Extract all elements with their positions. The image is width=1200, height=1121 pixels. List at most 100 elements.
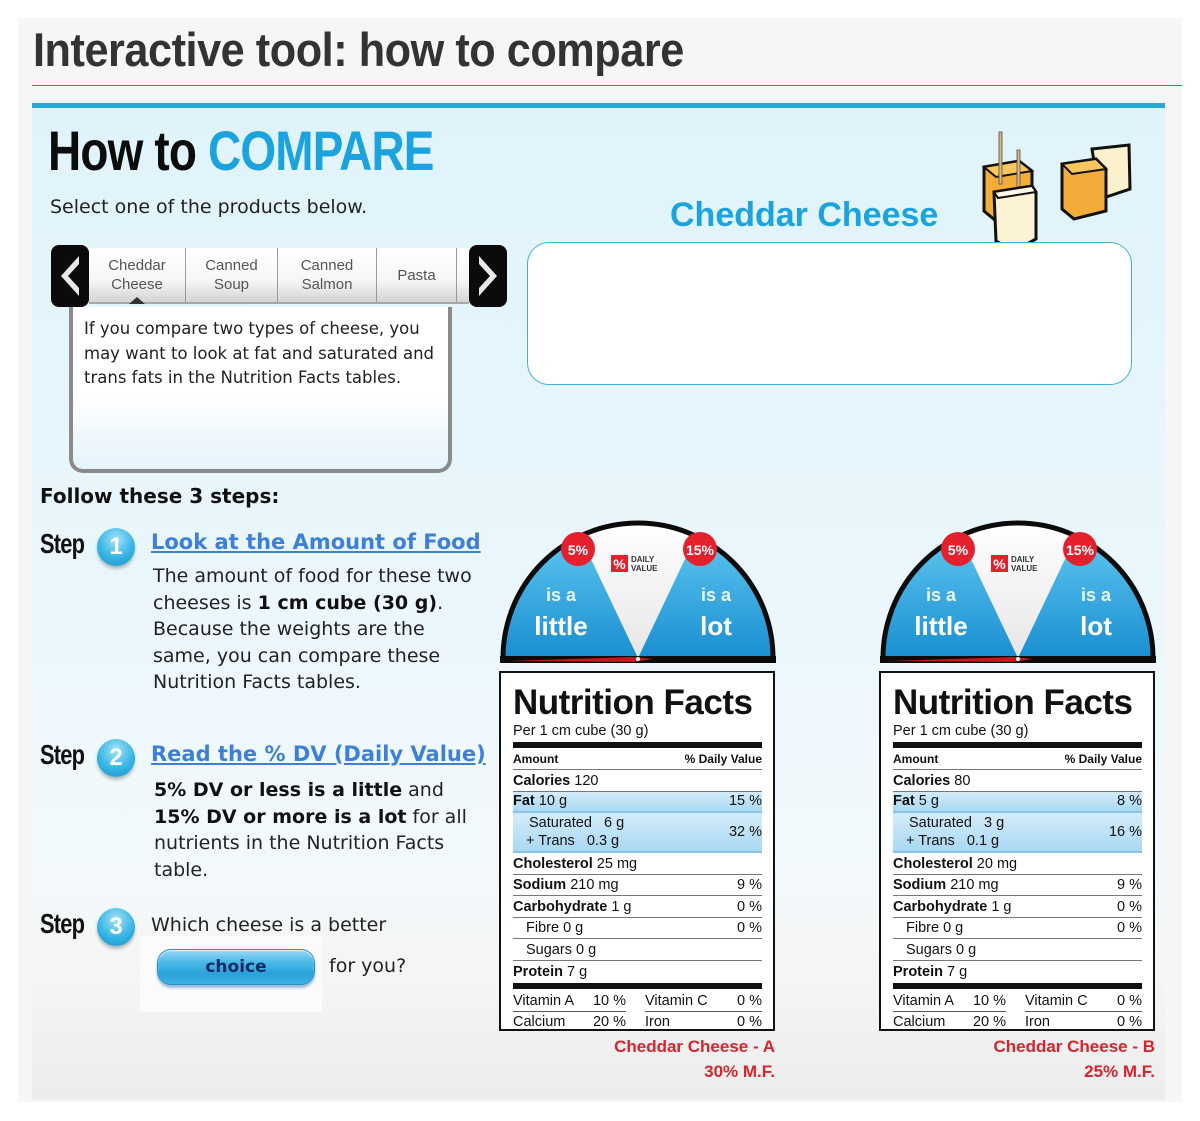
carousel-tab-canned-soup[interactable]: Canned Soup [186, 248, 278, 302]
sugars-label: Sugars [906, 941, 952, 958]
iron-value: 0 % [737, 1014, 762, 1030]
nf-row-minerals: Calcium 20 % Iron 0 % [893, 1013, 1142, 1032]
cholesterol-label: Cholesterol [893, 855, 973, 872]
carousel-tab-canned-salmon[interactable]: Canned Salmon [278, 248, 377, 302]
product-tip-box: If you compare two types of cheese, you … [69, 307, 452, 473]
nf-row-carbohydrate: Carbohydrate 1 g 0 % [893, 896, 1142, 918]
daily-value-logo: % DAILY VALUE [611, 555, 658, 573]
nf-header-row: Amount % Daily Value [893, 748, 1142, 770]
saturated-label: Saturated [529, 815, 592, 831]
iron-label: Iron [1025, 1014, 1050, 1030]
calories-label: Calories [513, 772, 571, 789]
trans-value: 0.1 g [966, 833, 1000, 849]
nf-row-saturated-trans: Saturated 3 g + Trans 0.1 g 16 % [893, 813, 1142, 853]
nutrition-facts-table-a: Nutrition Facts Per 1 cm cube (30 g) Amo… [499, 671, 775, 1031]
product-description-box [527, 242, 1132, 385]
step-1-link[interactable]: Look at the Amount of Food [151, 530, 481, 554]
selected-product-name: Cheddar Cheese [670, 196, 939, 234]
svg-text:VALUE: VALUE [1011, 564, 1038, 573]
page-title: Interactive tool: how to compare [33, 23, 684, 76]
cheese-cubes-icon [981, 131, 1132, 253]
calcium-label: Calcium [893, 1014, 946, 1030]
tab-label: Pasta [397, 266, 436, 284]
trans-label: + Trans [526, 833, 575, 849]
calories-value: 120 [574, 772, 599, 789]
gauge-little-text-top: is a [546, 585, 577, 605]
svg-text:DAILY: DAILY [631, 555, 655, 564]
gauge-low-threshold: 5% [948, 542, 969, 558]
step-3-question: Which cheese is a better [151, 914, 387, 936]
sugars-value: 0 g [575, 941, 597, 958]
nf-row-fat: Fat 10 g 15 % [513, 791, 762, 813]
nf-row-vitamins: Vitamin A 10 % Vitamin C 0 % [513, 992, 762, 1012]
product-carousel: Cheddar Cheese Canned Soup Canned Salmon Pa… [51, 245, 507, 307]
nf-row-calories: Calories 120 [513, 770, 762, 792]
step-3-question-end: for you? [329, 955, 407, 977]
carousel-next-button[interactable] [469, 245, 507, 307]
fibre-value: 0 g [563, 920, 584, 936]
tab-label-line1: Canned [300, 257, 354, 274]
saturated-value: 6 g [603, 815, 625, 831]
nutrition-facts-table-b: Nutrition Facts Per 1 cm cube (30 g) Amo… [879, 671, 1155, 1031]
daily-value-header: % Daily Value [1064, 752, 1142, 766]
product-b-milk-fat: 25% M.F. [1084, 1062, 1155, 1081]
daily-value-logo: % DAILY VALUE [991, 555, 1038, 573]
gauge-little-text: little [914, 611, 967, 641]
carousel-prev-button[interactable] [51, 245, 89, 307]
fibre-dv: 0 % [737, 920, 762, 936]
protein-label: Protein [893, 964, 943, 980]
cholesterol-value: 20 mg [976, 855, 1018, 872]
protein-value: 7 g [566, 964, 588, 980]
nutrition-facts-title: Nutrition Facts [893, 683, 1133, 722]
fibre-label: Fibre [526, 920, 560, 936]
calcium-label: Calcium [513, 1014, 566, 1030]
step-2-description: 5% DV or less is a little and 15% DV or … [154, 777, 489, 883]
tool-heading: How to COMPARE [48, 118, 434, 183]
serving-size: Per 1 cm cube (30 g) [513, 723, 649, 739]
sodium-label: Sodium [513, 877, 567, 893]
chevron-right-icon [479, 256, 497, 296]
sodium-value: 210 mg [950, 877, 999, 893]
carbohydrate-label: Carbohydrate [513, 898, 608, 915]
step-1-label: Step [40, 528, 85, 559]
calcium-value: 20 % [972, 1014, 1006, 1030]
select-instruction: Select one of the products below. [50, 196, 368, 218]
gauge-high-threshold: 15% [1066, 542, 1095, 558]
vitamin-a-label: Vitamin A [513, 993, 574, 1009]
vitamin-c-value: 0 % [737, 993, 762, 1009]
step-2-link[interactable]: Read the % DV (Daily Value) [151, 742, 486, 766]
panel-top-bar [32, 103, 1165, 108]
saturated-label: Saturated [909, 815, 972, 831]
title-divider [32, 85, 1182, 86]
gauge-graphic: 5% 15% % DAILY VALUE is a little is a lo… [880, 520, 1156, 663]
step-1-badge: 1 [97, 528, 135, 566]
nf-row-vitamins: Vitamin A 10 % Vitamin C 0 % [893, 992, 1142, 1012]
svg-text:%: % [993, 556, 1006, 572]
carousel-tab-pasta[interactable]: Pasta [377, 248, 457, 302]
choice-button[interactable]: choice [157, 949, 315, 985]
saturated-value: 3 g [983, 815, 1005, 831]
daily-value-gauge-a: 5% 15% % DAILY VALUE is a little is a lo… [498, 518, 778, 666]
protein-value: 7 g [946, 964, 968, 980]
gauge-low-threshold: 5% [568, 542, 589, 558]
carbohydrate-dv: 0 % [737, 898, 762, 915]
fat-label: Fat [513, 793, 535, 809]
body-text: and [402, 779, 444, 801]
thick-divider [513, 983, 762, 989]
nf-row-fibre: Fibre 0 g 0 % [893, 918, 1142, 939]
svg-text:DAILY: DAILY [1011, 555, 1035, 564]
serving-size: Per 1 cm cube (30 g) [893, 723, 1029, 739]
trans-value: 0.3 g [586, 833, 620, 849]
tab-label-line2: Salmon [301, 276, 353, 293]
step-1-description: The amount of food for these two cheeses… [153, 563, 488, 696]
product-a-milk-fat: 30% M.F. [704, 1062, 775, 1081]
fibre-dv: 0 % [1117, 920, 1142, 936]
carbohydrate-value: 1 g [611, 898, 632, 915]
carbohydrate-label: Carbohydrate [893, 898, 988, 915]
carousel-tab-cheddar-cheese[interactable]: Cheddar Cheese [89, 248, 186, 304]
vitamin-c-label: Vitamin C [645, 993, 708, 1009]
saturated-trans-dv: 16 % [1108, 824, 1142, 840]
nutrition-facts-title: Nutrition Facts [513, 683, 753, 722]
gauge-lot-text-top: is a [701, 585, 732, 605]
fat-dv: 8 % [1117, 793, 1142, 809]
